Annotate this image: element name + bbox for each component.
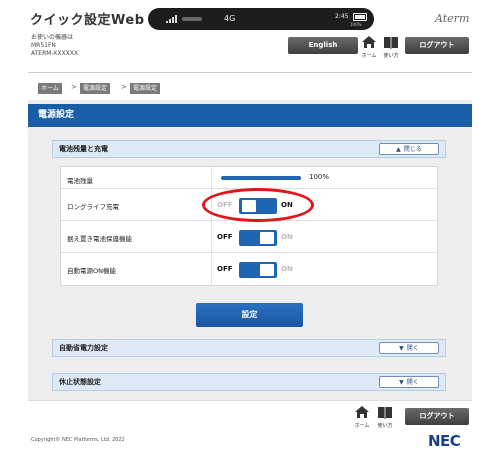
powersave-section-header[interactable]: 自動省電力設定 ▼ 開く bbox=[52, 339, 446, 357]
switch-off-label: OFF bbox=[217, 233, 233, 241]
auto-power-on-toggle[interactable]: OFF ON bbox=[217, 261, 297, 279]
set-button[interactable]: 設定 bbox=[196, 303, 303, 327]
battery-level-bar bbox=[221, 176, 301, 180]
battery-settings-table: 電池残量 100% ロングライフ充電 OFF ON 据え置き電池保護機能 OFF… bbox=[60, 166, 438, 286]
row-divider bbox=[211, 221, 212, 252]
home-label: ホーム bbox=[354, 423, 370, 429]
logout-button[interactable]: ログアウト bbox=[405, 37, 469, 54]
chevron-up-icon: ▲ bbox=[396, 146, 401, 153]
battery-icon bbox=[353, 13, 367, 21]
battery-section-title: 電池残量と充電 bbox=[59, 145, 108, 153]
table-row: 自動電源ON機能 OFF ON bbox=[61, 253, 437, 285]
carrier-name bbox=[182, 17, 202, 21]
network-type: 4G bbox=[224, 14, 236, 23]
longlife-charge-label: ロングライフ充電 bbox=[67, 203, 119, 211]
highlight-circle bbox=[202, 188, 314, 222]
expand-label: 開く bbox=[406, 345, 419, 352]
device-info: お使いの機器は MR51FN ATERM-XXXXXX bbox=[31, 34, 78, 58]
help-button[interactable]: 使い方 bbox=[381, 35, 401, 61]
sleep-section-title: 休止状態設定 bbox=[59, 378, 101, 386]
battery-level-value: 100% bbox=[309, 173, 330, 181]
breadcrumb-separator: > bbox=[121, 83, 127, 91]
row-divider bbox=[211, 253, 212, 285]
brand-logo: Aterm bbox=[435, 12, 470, 25]
header: クイック設定Web お使いの機器は MR51FN ATERM-XXXXXX 4G… bbox=[0, 0, 500, 64]
home-label: ホーム bbox=[361, 53, 377, 59]
table-row: 電池残量 100% bbox=[61, 167, 437, 189]
table-row: 据え置き電池保護機能 OFF ON bbox=[61, 221, 437, 253]
breadcrumb-separator: > bbox=[71, 83, 77, 91]
battery-level-label: 電池残量 bbox=[67, 177, 93, 185]
switch-track bbox=[239, 262, 277, 278]
switch-knob bbox=[260, 232, 274, 244]
device-model: MR51FN bbox=[31, 42, 56, 49]
app-title: クイック設定Web bbox=[30, 13, 145, 28]
breadcrumb-power-settings[interactable]: 電源設定 bbox=[80, 83, 111, 94]
battery-section-header: 電池残量と充電 ▲ 閉じる bbox=[52, 140, 446, 158]
help-label: 使い方 bbox=[377, 423, 393, 429]
copyright: Copyright© NEC Platforms, Ltd. 2022 bbox=[31, 437, 125, 443]
auto-power-on-label: 自動電源ON機能 bbox=[67, 267, 116, 275]
book-icon bbox=[378, 407, 392, 419]
expand-button[interactable]: ▼ 開く bbox=[379, 342, 439, 354]
switch-track bbox=[239, 230, 277, 246]
breadcrumb-home[interactable]: ホーム bbox=[38, 83, 62, 94]
expand-button[interactable]: ▼ 開く bbox=[379, 376, 439, 388]
page-title: 電源設定 bbox=[28, 104, 472, 127]
battery-level-fill bbox=[221, 176, 301, 180]
nec-logo: NEC bbox=[428, 432, 461, 450]
expand-label: 開く bbox=[406, 379, 419, 386]
home-icon bbox=[355, 406, 369, 418]
row-divider bbox=[211, 167, 212, 188]
device-status-bar: 4G 2:45 100% bbox=[148, 8, 374, 30]
battery-protect-toggle[interactable]: OFF ON bbox=[217, 229, 297, 247]
chevron-down-icon: ▼ bbox=[399, 379, 404, 386]
help-label: 使い方 bbox=[383, 53, 399, 59]
breadcrumb: ホーム > 電源設定 > 電源設定 bbox=[28, 72, 472, 96]
device-label: お使いの機器は bbox=[31, 34, 74, 41]
battery-percent: 100% bbox=[350, 22, 362, 27]
home-icon bbox=[362, 36, 376, 48]
book-icon bbox=[384, 37, 398, 49]
sleep-section-header[interactable]: 休止状態設定 ▼ 開く bbox=[52, 373, 446, 391]
home-button[interactable]: ホーム bbox=[359, 35, 379, 61]
device-id: ATERM-XXXXXX bbox=[31, 50, 78, 57]
switch-on-label: ON bbox=[281, 233, 293, 241]
powersave-section-title: 自動省電力設定 bbox=[59, 344, 108, 352]
help-button[interactable]: 使い方 bbox=[375, 405, 395, 431]
home-button[interactable]: ホーム bbox=[352, 405, 372, 431]
switch-on-label: ON bbox=[281, 265, 293, 273]
switch-off-label: OFF bbox=[217, 265, 233, 273]
collapse-label: 閉じる bbox=[403, 146, 422, 153]
chevron-down-icon: ▼ bbox=[399, 345, 404, 352]
signal-icon bbox=[166, 15, 177, 23]
switch-knob bbox=[260, 264, 274, 276]
battery-protect-label: 据え置き電池保護機能 bbox=[67, 235, 132, 243]
breadcrumb-current: 電源設定 bbox=[130, 83, 161, 94]
status-clock: 2:45 bbox=[335, 13, 349, 20]
english-button[interactable]: English bbox=[288, 37, 358, 54]
logout-button[interactable]: ログアウト bbox=[405, 408, 469, 425]
collapse-button[interactable]: ▲ 閉じる bbox=[379, 143, 439, 155]
